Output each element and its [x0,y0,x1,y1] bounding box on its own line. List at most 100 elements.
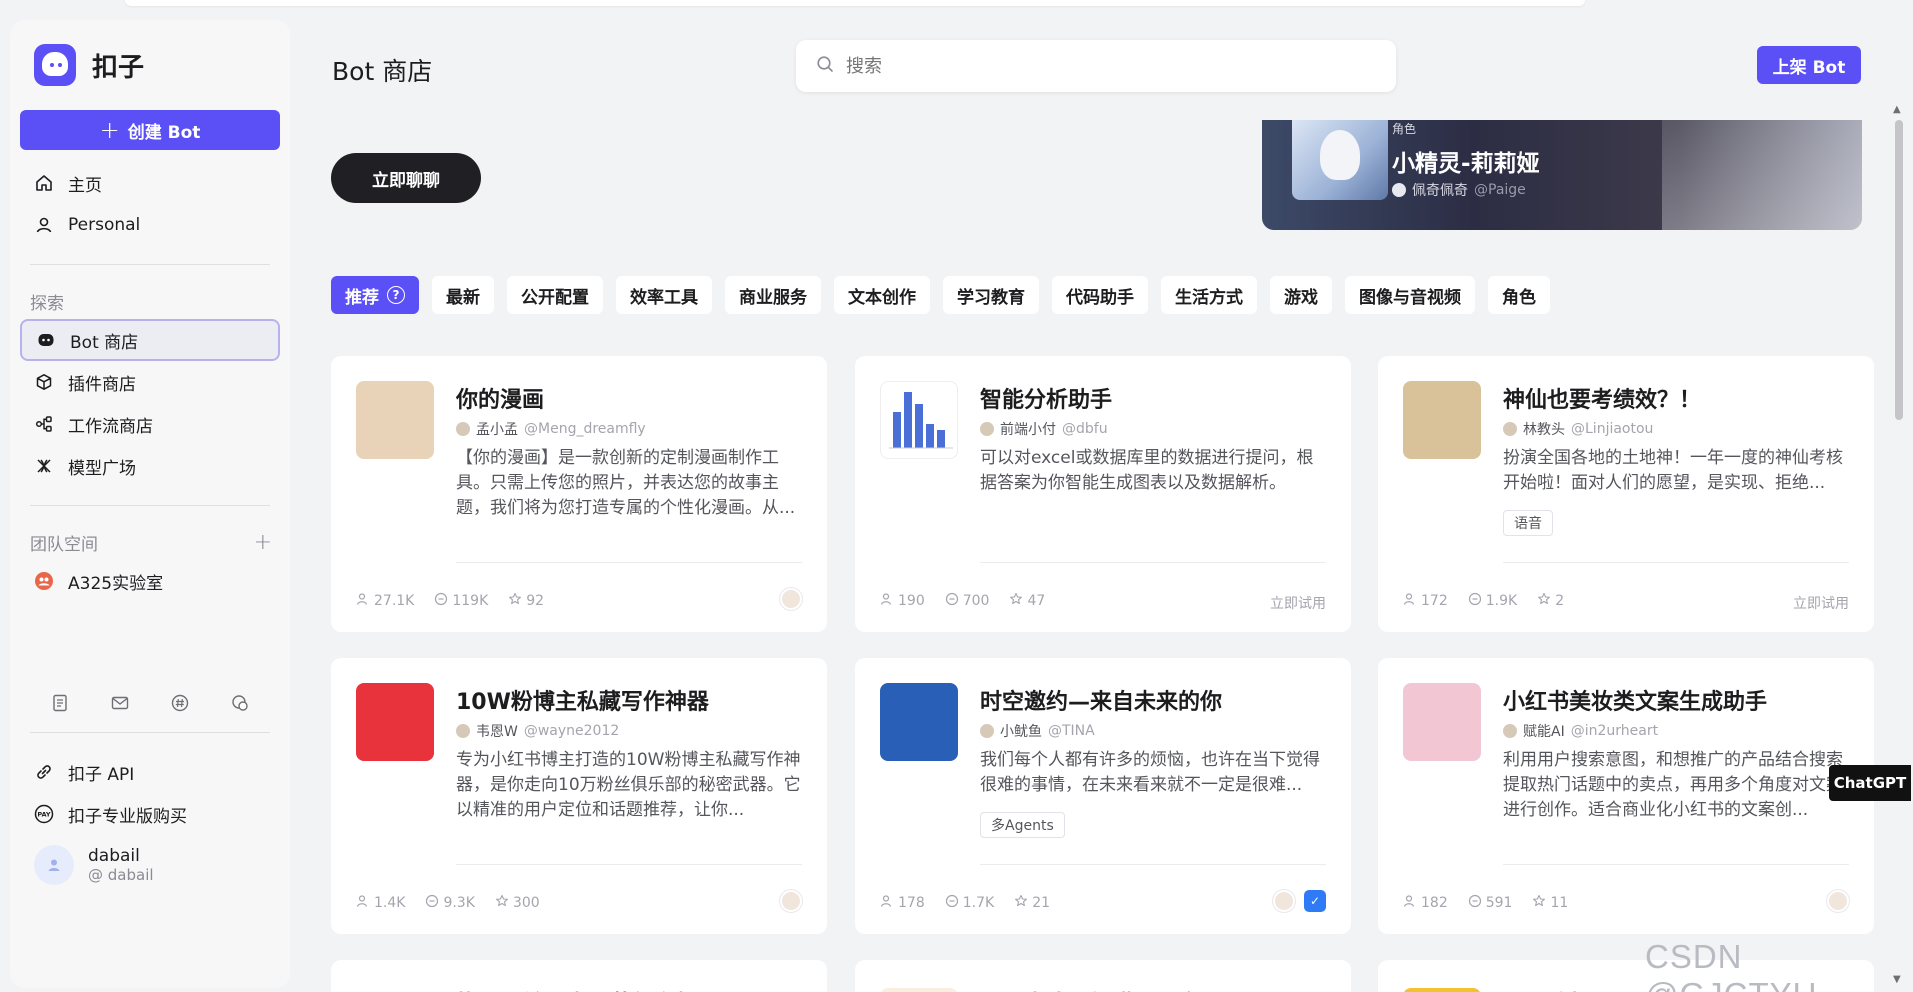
scroll-up-arrow[interactable]: ▲ [1893,104,1901,115]
bot-icon [36,330,56,350]
mail-icon[interactable] [109,692,131,714]
sidebar-item-coze-api[interactable]: 扣子 API [20,751,280,793]
chatgpt-extension-button[interactable]: ChatGPT [1829,765,1911,801]
tab-recommended[interactable]: 推荐 ? [331,276,419,314]
author-avatar-icon [456,724,470,738]
users-stat: 182 [1403,894,1448,912]
users-icon [880,592,894,610]
tab-games[interactable]: 游戏 [1270,276,1332,314]
sidebar-item-label: Bot 商店 [70,332,139,353]
publish-bot-button[interactable]: 上架 Bot [1757,46,1861,84]
bot-title: 10W粉博主私藏写作神器 [456,690,709,715]
hashtag-chat-icon[interactable] [169,692,191,714]
star-icon [1537,592,1551,610]
tab-code[interactable]: 代码助手 [1052,276,1148,314]
bot-card[interactable]: 漫画生成：橘猫漫画家 [855,960,1351,992]
author-avatar-icon [1503,724,1517,738]
search-input[interactable] [846,55,1366,77]
sidebar-item-personal[interactable]: Personal [20,204,280,246]
tab-lifestyle[interactable]: 生活方式 [1161,276,1257,314]
bot-author: 孟小孟 @Meng_dreamfly [456,419,646,439]
chat-icon [1468,592,1482,610]
creator-avatar [780,588,802,610]
create-bot-label: 创建 Bot [127,122,201,143]
tab-business[interactable]: 商业服务 [725,276,821,314]
tab-writing[interactable]: 文本创作 [834,276,930,314]
top-strip [0,0,1913,6]
bot-card[interactable]: 你的漫画 孟小孟 @Meng_dreamfly 【你的漫画】是一款创新的定制漫画制作工… [331,356,827,632]
brand-name: 扣子 [92,52,145,83]
bot-card[interactable]: 神仙也要考绩效？！ 林教头 @Linjiaotou 扮演全国各地的土地神！一年一度的神… [1378,356,1874,632]
bot-card[interactable]: 小红书美妆类文案生成助手 赋能AI @in2urheart 利用用户搜索意图，和想推广… [1378,658,1874,934]
bot-title: 神仙也要考绩效？！ [1503,388,1702,413]
bot-thumbnail [1403,988,1481,992]
feedback-icon[interactable] [229,692,251,714]
chats-stat: 119K [434,592,488,610]
create-bot-button[interactable]: + 创建 Bot [20,110,280,150]
tab-media[interactable]: 图像与音视频 [1345,276,1475,314]
user-profile[interactable]: dabail @ dabail [20,845,280,885]
bot-card[interactable]: 时空邀约—来自未来的你 小鱿鱼 @TINA 我们每个人都有许多的烦恼，也许在当下觉得很… [855,658,1351,934]
user-icon [34,215,54,235]
bot-card[interactable]: 智能分析助手 前端小付 @dbfu 可以对excel或数据库里的数据进行提问，根据答案… [855,356,1351,632]
team-avatar-icon [34,571,54,591]
sidebar-item-label: 扣子 API [68,764,135,785]
add-team-icon[interactable]: + [254,530,272,555]
bot-thumbnail [356,381,434,459]
bot-card[interactable]: 找元思做二十四节气海报 [331,960,827,992]
brand[interactable]: 扣子 [20,20,280,110]
document-icon[interactable] [49,692,71,714]
bot-thumbnail [356,683,434,761]
sidebar: 扣子 + 创建 Bot 主页 Personal 探索 Bot 商店 插件商店 工… [10,20,290,988]
plus-icon: + [99,116,120,144]
chat-now-button[interactable]: 立即聊聊 [331,153,481,203]
author-avatar-icon [980,724,994,738]
bot-title: 找元思做二十四节气海报 [456,986,698,992]
chat-icon [945,592,959,610]
sidebar-item-pro-purchase[interactable]: PAY 扣子专业版购买 [20,793,280,835]
bot-card[interactable]: 10W粉博主私藏写作神器 韦恩W @wayne2012 专为小红书博主打造的10W粉博… [331,658,827,934]
sidebar-item-plugin-store[interactable]: 插件商店 [20,361,280,403]
sidebar-item-workflow-store[interactable]: 工作流商店 [20,403,280,445]
explore-section-title: 探索 [30,293,64,314]
sidebar-item-label: Personal [68,215,141,235]
bot-title: 你的漫画 [456,388,545,413]
tab-public-config[interactable]: 公开配置 [507,276,603,314]
bot-stats: 190 700 47 [880,592,1045,610]
search-box[interactable] [796,40,1396,92]
tab-roleplay[interactable]: 角色 [1488,276,1550,314]
card-divider [1503,562,1849,563]
scrollbar-thumb[interactable] [1895,120,1903,420]
star-icon [1532,894,1546,912]
sidebar-item-label: 主页 [68,175,102,196]
bot-thumbnail [880,381,958,459]
try-now-link[interactable]: 立即试用 [1270,593,1326,613]
creator-avatar [1273,890,1295,912]
tab-education[interactable]: 学习教育 [943,276,1039,314]
sidebar-item-home[interactable]: 主页 [20,162,280,204]
card-divider [1503,864,1849,865]
chat-icon [425,894,439,912]
users-icon [1403,592,1417,610]
try-now-link[interactable]: 立即试用 [1793,593,1849,613]
author-avatar-icon [980,422,994,436]
home-icon [34,173,54,193]
chat-icon [434,592,448,610]
tab-productivity[interactable]: 效率工具 [616,276,712,314]
sidebar-item-model-square[interactable]: 模型广场 [20,445,280,487]
users-icon [1403,894,1417,912]
sidebar-item-bot-store[interactable]: Bot 商店 [20,319,280,361]
users-stat: 172 [1403,592,1448,610]
stars-stat: 21 [1014,894,1050,912]
address-bar-remnant [125,0,1585,6]
help-circle-icon[interactable]: ? [387,286,405,304]
featured-bot-banner[interactable]: 角色 小精灵-莉莉娅 佩奇佩奇 @Paige [1262,120,1862,230]
sidebar-divider [30,732,270,733]
chats-stat: 1.7K [945,894,994,912]
bot-stats: 178 1.7K 21 [880,894,1050,912]
chat-icon [1468,894,1482,912]
sidebar-item-team-a325[interactable]: A325实验室 [20,560,280,602]
tab-latest[interactable]: 最新 [432,276,494,314]
author-avatar-icon [456,422,470,436]
sidebar-divider [30,264,270,265]
